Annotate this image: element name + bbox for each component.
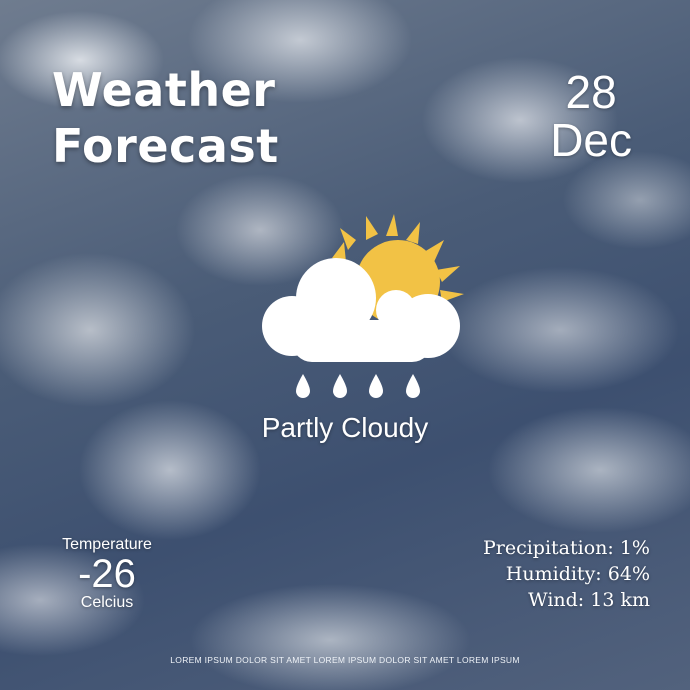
stat-value: 13 km — [590, 589, 650, 611]
title-line-2: Forecast — [52, 119, 279, 173]
stat-precipitation: Precipitation: 1% — [483, 535, 650, 561]
footer-text: LOREM IPSUM DOLOR SIT AMET LOREM IPSUM D… — [170, 655, 520, 665]
stat-value: 64% — [607, 563, 650, 585]
date-month: Dec — [550, 114, 632, 166]
date-day: 28 — [565, 66, 617, 118]
date-display: 28 Dec — [550, 68, 632, 164]
temperature-block: Temperature -26 Celcius — [54, 536, 160, 612]
stat-wind: Wind: 13 km — [483, 587, 650, 613]
title-line-1: Weather — [52, 63, 276, 117]
temperature-unit: Celcius — [80, 594, 134, 611]
stat-value: 1% — [619, 537, 650, 559]
partly-cloudy-rain-icon — [248, 210, 478, 410]
stat-label: Precipitation: — [482, 537, 614, 559]
stat-humidity: Humidity: 64% — [483, 561, 650, 587]
stat-label: Wind: — [528, 589, 585, 611]
page-title: Weather Forecast — [52, 62, 279, 174]
weather-stats: Precipitation: 1% Humidity: 64% Wind: 13… — [483, 535, 650, 613]
stat-label: Humidity: — [505, 563, 602, 585]
raindrops-icon — [296, 374, 420, 398]
weather-condition: Partly Cloudy — [261, 412, 429, 443]
temperature-value: -26 — [78, 552, 136, 596]
